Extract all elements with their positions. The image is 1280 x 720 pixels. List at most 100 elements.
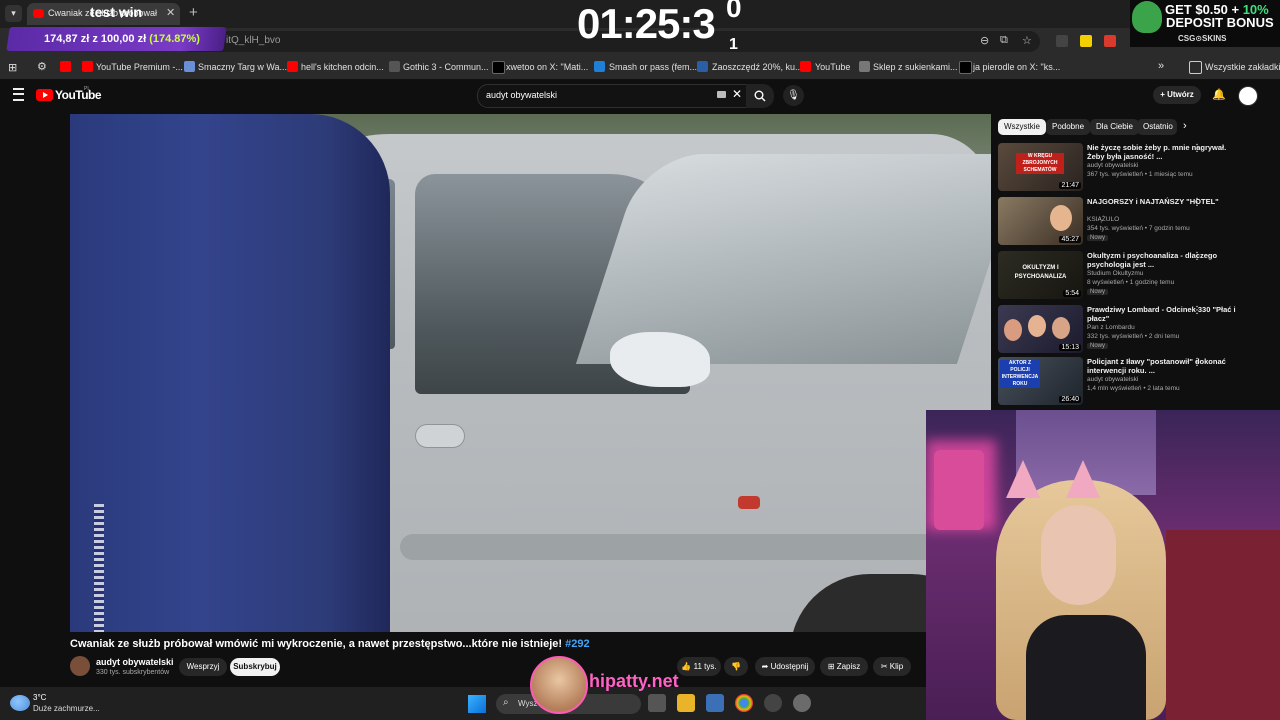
- rec-title[interactable]: Policjant z Iławy "postanowił" dokonać i…: [1087, 357, 1245, 375]
- windows-start-icon[interactable]: [468, 695, 486, 713]
- bookmark-item[interactable]: Gothic 3 - Commun...: [403, 62, 489, 72]
- new-tab-button[interactable]: +: [189, 4, 198, 21]
- rec-title[interactable]: Nie życzę sobie żeby p. mnie nagrywał. Ż…: [1087, 143, 1245, 161]
- video-duration: 15:13: [1059, 344, 1081, 351]
- youtube-icon[interactable]: [60, 61, 71, 72]
- microphone-icon[interactable]: 🎙: [783, 85, 804, 106]
- subscribe-button[interactable]: Subskrybuj: [230, 658, 280, 676]
- rec-channel[interactable]: Pan z Lombardu: [1087, 324, 1135, 331]
- search-button[interactable]: [746, 84, 774, 108]
- more-options-icon[interactable]: ⋮: [1192, 305, 1202, 316]
- chevron-right-icon[interactable]: »: [1158, 60, 1164, 72]
- channel-avatar[interactable]: [70, 656, 90, 676]
- youtube-logo-icon[interactable]: [36, 89, 53, 101]
- recommended-video[interactable]: W KRĘGU ZBROJONYCH SCHEMATÓW 21:47 Nie ż…: [998, 143, 1270, 193]
- file-explorer-icon[interactable]: [677, 694, 695, 712]
- youtube-icon: [287, 61, 298, 72]
- goblin-mascot-icon: [1132, 1, 1162, 33]
- chip-for-you[interactable]: Dla Ciebie: [1090, 119, 1139, 135]
- rec-meta: 354 tys. wyświetleń • 7 godzin temu: [1087, 225, 1190, 232]
- all-bookmarks[interactable]: Wszystkie zakładki: [1205, 62, 1280, 72]
- more-options-icon[interactable]: ⋮: [1192, 357, 1202, 368]
- rec-title[interactable]: NAJGORSZY i NAJTAŃSZY "HOTEL": [1087, 197, 1245, 206]
- clip-button[interactable]: ✂ Klip: [873, 657, 911, 676]
- streamer-avatar-badge: [530, 656, 588, 714]
- chip-recent[interactable]: Ostatnio: [1137, 119, 1177, 135]
- bookmark-item[interactable]: Smaczny Targ w Wa...: [198, 62, 287, 72]
- video-hashtag[interactable]: #292: [565, 638, 589, 650]
- extension-icon[interactable]: [1056, 35, 1068, 47]
- rec-channel[interactable]: audyt obywatelski: [1087, 162, 1138, 169]
- video-thumbnail[interactable]: 45:27: [998, 197, 1083, 245]
- settings-gear-icon[interactable]: [793, 694, 811, 712]
- extension-icon[interactable]: [1104, 35, 1116, 47]
- stream-title-overlay: test win: [90, 4, 143, 20]
- youtube-wordmark[interactable]: YouTube: [55, 88, 102, 102]
- stream-timer-digit: 0: [726, 0, 742, 23]
- youtube-masthead: YouTube PL audyt obywatelski ✕ 🎙 + Utwór…: [0, 80, 1280, 110]
- rec-channel[interactable]: Studium Okultyzmu: [1087, 270, 1143, 277]
- more-options-icon[interactable]: ⋮: [1192, 251, 1202, 262]
- rec-title[interactable]: Okultyzm i psychoanaliza - dlaczego psyc…: [1087, 251, 1245, 269]
- bookmark-item[interactable]: Sklep z sukienkami...: [873, 62, 958, 72]
- like-button[interactable]: 👍 11 tys.: [677, 657, 721, 676]
- video-player[interactable]: [70, 114, 991, 632]
- video-car-mirror: [610, 332, 710, 387]
- region-code: PL: [84, 86, 91, 92]
- dislike-button[interactable]: 👎: [724, 657, 748, 676]
- recommended-video[interactable]: 15:13 Prawdziwy Lombard - Odcinek 330 "P…: [998, 305, 1270, 355]
- zoom-icon[interactable]: ⊖: [980, 34, 989, 47]
- task-view-icon[interactable]: [648, 694, 666, 712]
- settings-icon[interactable]: ⚙: [37, 60, 47, 73]
- apps-grid-icon[interactable]: ⊞: [8, 61, 17, 74]
- extension-icon[interactable]: [1080, 35, 1092, 47]
- share-button[interactable]: ➦ Udostępnij: [755, 657, 815, 676]
- thumbnail-face: [1028, 315, 1046, 337]
- create-button[interactable]: + Utwórz: [1153, 86, 1201, 104]
- more-options-icon[interactable]: ⋮: [1192, 197, 1202, 208]
- weather-cloud-icon[interactable]: [10, 695, 30, 711]
- channel-name[interactable]: audyt obywatelski: [96, 657, 174, 667]
- weather-description[interactable]: Duże zachmurze...: [33, 704, 100, 713]
- rec-channel[interactable]: audyt obywatelski: [1087, 376, 1138, 383]
- chip-all[interactable]: Wszystkie: [998, 119, 1046, 135]
- obs-icon[interactable]: [764, 694, 782, 712]
- recommended-video[interactable]: AKTOR Z POLICJI INTERWENCJA ROKU 26:40 P…: [998, 357, 1270, 407]
- bookmark-star-icon[interactable]: ☆: [1022, 34, 1032, 47]
- store-icon[interactable]: [706, 694, 724, 712]
- keyboard-icon[interactable]: [717, 91, 726, 98]
- recommended-video[interactable]: OKULTYZM I PSYCHOANALIZA 5:54 Okultyzm i…: [998, 251, 1270, 301]
- weather-temperature[interactable]: 3°C: [33, 693, 46, 702]
- account-avatar[interactable]: [1238, 86, 1258, 106]
- install-icon[interactable]: ⧉: [1000, 34, 1008, 47]
- rec-title[interactable]: Prawdziwy Lombard - Odcinek 330 "Płać i …: [1087, 305, 1245, 323]
- bookmark-item[interactable]: YouTube: [815, 62, 850, 72]
- bookmark-item[interactable]: Zaoszczędź 20%, ku...: [712, 62, 803, 72]
- bookmark-item[interactable]: ja pierodle on X: "ks...: [973, 62, 1060, 72]
- bookmark-item[interactable]: Smash or pass (fem...: [609, 62, 697, 72]
- video-car-trim: [400, 534, 991, 560]
- notifications-bell-icon[interactable]: 🔔: [1212, 88, 1226, 101]
- tab-search-icon[interactable]: ▾: [5, 5, 22, 22]
- more-options-icon[interactable]: ⋮: [1192, 143, 1202, 154]
- menu-icon[interactable]: [13, 88, 24, 101]
- video-thumbnail[interactable]: OKULTYZM I PSYCHOANALIZA 5:54: [998, 251, 1083, 299]
- chevron-right-icon[interactable]: ›: [1183, 120, 1187, 132]
- webcam-overlay: [926, 410, 1280, 720]
- video-thumbnail[interactable]: AKTOR Z POLICJI INTERWENCJA ROKU 26:40: [998, 357, 1083, 405]
- tab-close-icon[interactable]: ✕: [166, 6, 175, 19]
- support-button[interactable]: Wesprzyj: [179, 658, 227, 676]
- recommended-video[interactable]: 45:27 NAJGORSZY i NAJTAŃSZY "HOTEL" KSIĄ…: [998, 197, 1270, 247]
- chrome-icon[interactable]: [735, 694, 753, 712]
- bookmark-item[interactable]: YouTube Premium -...: [96, 62, 183, 72]
- clear-icon[interactable]: ✕: [732, 87, 742, 101]
- save-button[interactable]: ⊞ Zapisz: [820, 657, 868, 676]
- video-thumbnail[interactable]: W KRĘGU ZBROJONYCH SCHEMATÓW 21:47: [998, 143, 1083, 191]
- bookmark-item[interactable]: hell's kitchen odcin...: [301, 62, 384, 72]
- search-input[interactable]: audyt obywatelski ✕: [477, 84, 747, 108]
- rec-channel[interactable]: KSIĄŻULO: [1087, 216, 1119, 223]
- donation-amount: 174,87 zł z 100,00 zł: [44, 33, 147, 45]
- chip-related[interactable]: Podobne: [1046, 119, 1091, 135]
- bookmark-item[interactable]: xwetoo on X: "Mati...: [506, 62, 588, 72]
- video-thumbnail[interactable]: 15:13: [998, 305, 1083, 353]
